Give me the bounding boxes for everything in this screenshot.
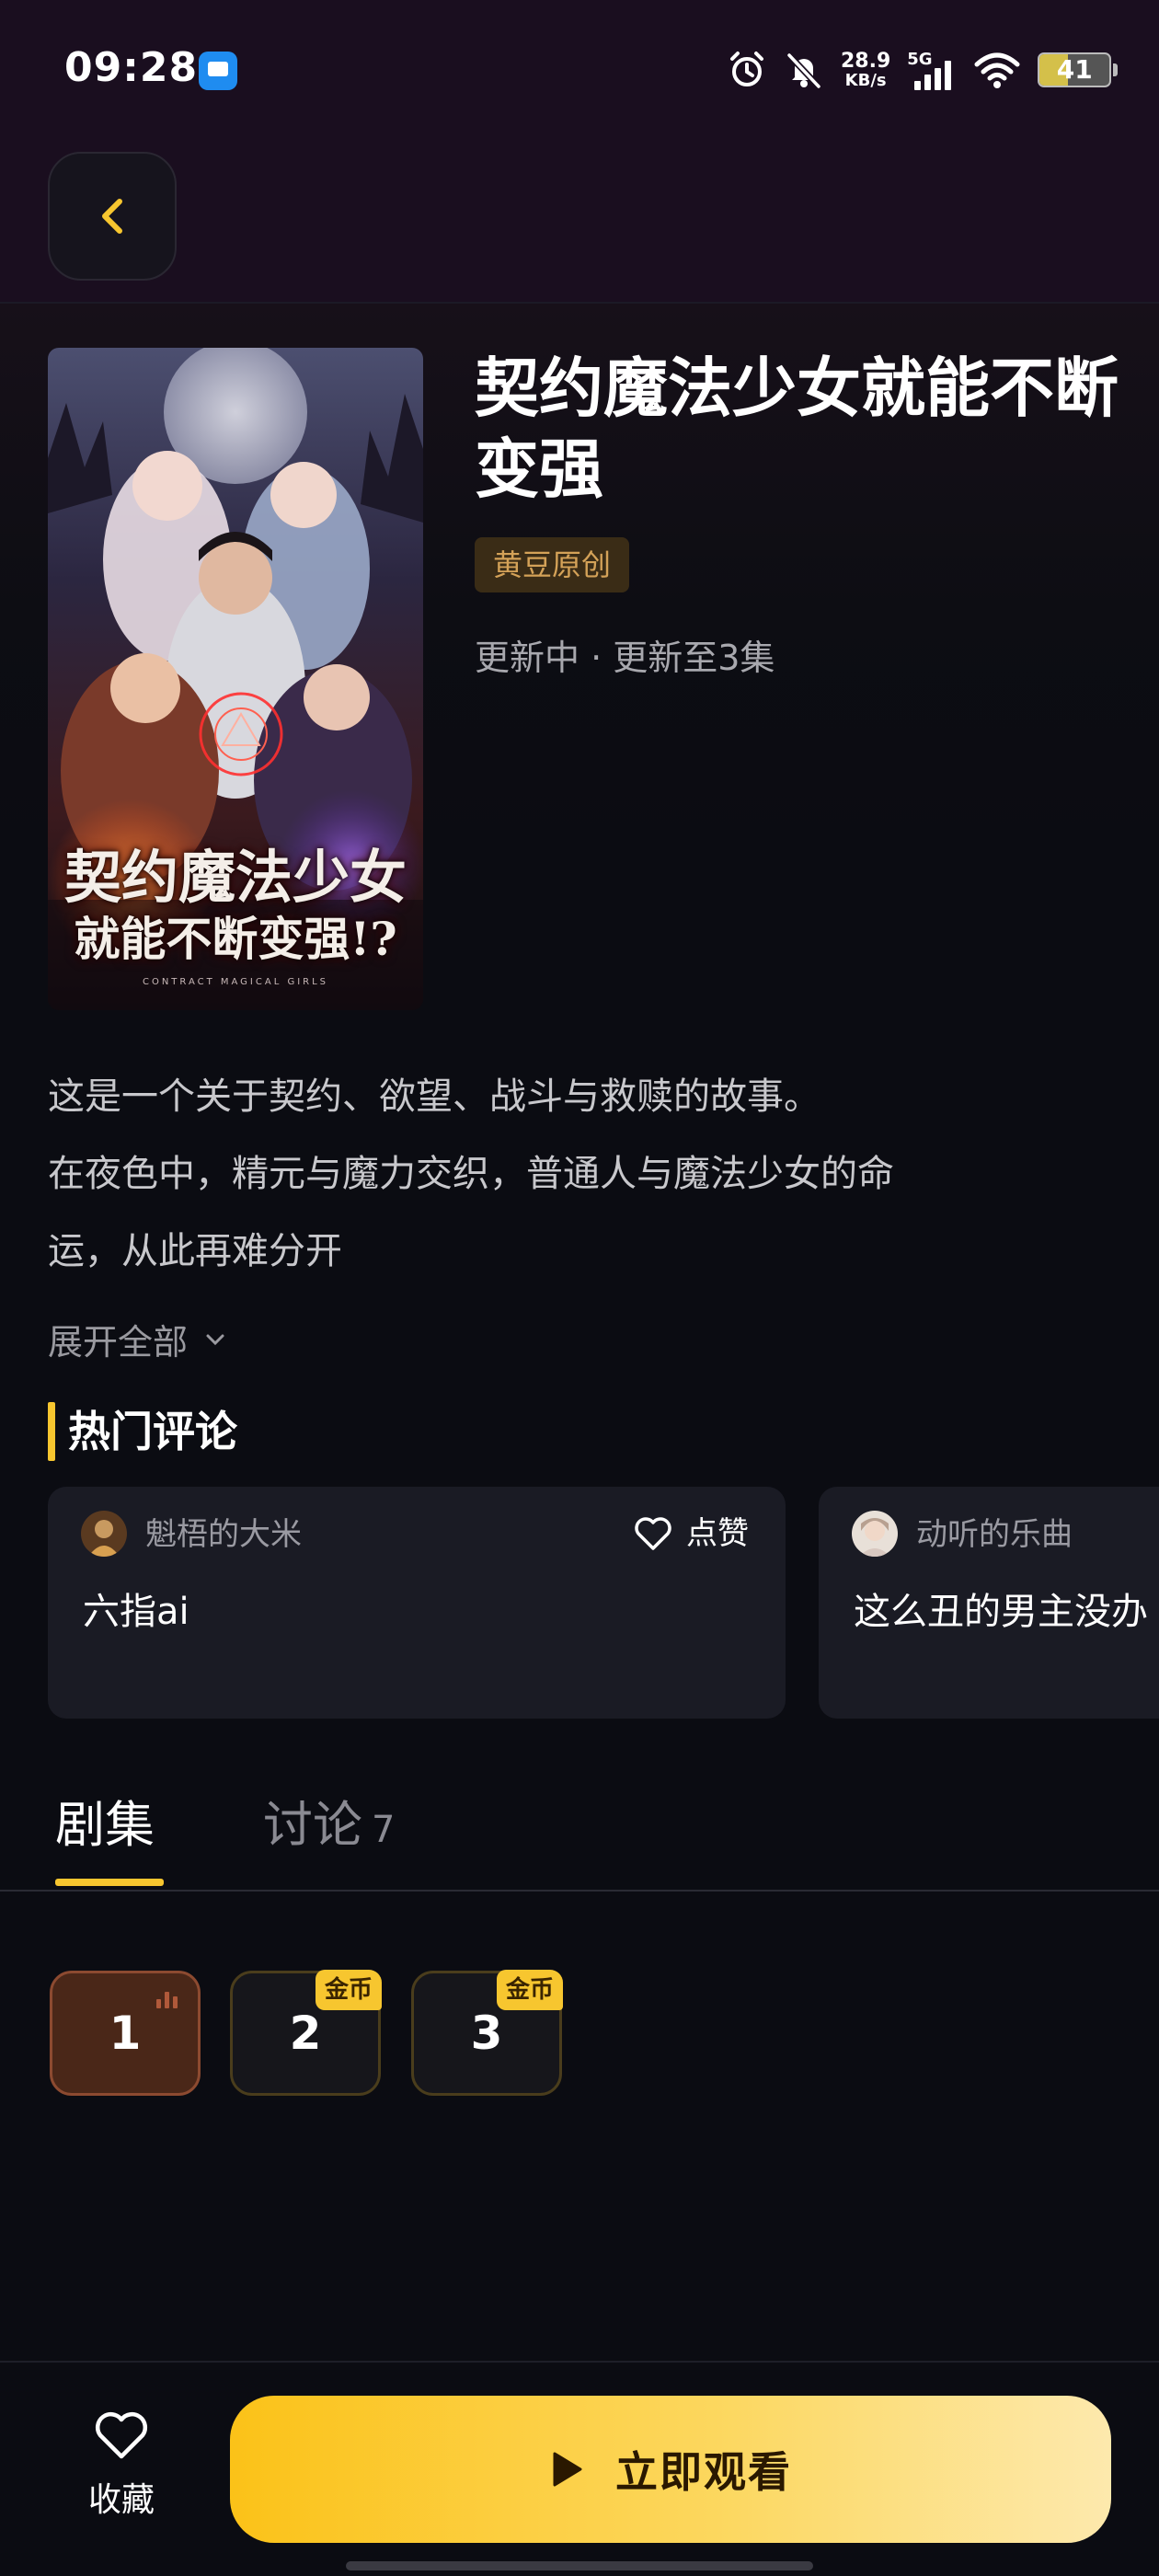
description-line: 这是一个关于契约、欲望、战斗与救赎的故事。: [48, 1075, 820, 1118]
favorite-button[interactable]: 收藏: [75, 2409, 167, 2521]
poster-title-line1: 契约魔法少女: [63, 844, 407, 911]
net-speed-value: 28.9: [841, 50, 891, 73]
signal-icon: 5G: [907, 50, 957, 90]
home-indicator[interactable]: [346, 2561, 813, 2570]
battery-level: 41: [1056, 54, 1093, 85]
network-speed: 28.9 KB/s: [841, 51, 890, 89]
battery-tip: [1113, 63, 1119, 76]
comment-user[interactable]: 动听的乐曲: [916, 1514, 1073, 1555]
coin-badge: 金币: [315, 1970, 382, 2010]
status-icons: 28.9 KB/s 5G 41: [727, 44, 1119, 96]
original-tag: 黄豆原创: [475, 537, 630, 592]
tab-episodes[interactable]: 剧集: [55, 1788, 155, 1862]
drama-poster[interactable]: 契约魔法少女 就能不断变强!? CONTRACT MAGICAL GIRLS: [48, 348, 423, 1010]
tab-discussion[interactable]: 讨论 7: [263, 1788, 395, 1867]
comment-user[interactable]: 魁梧的大米: [145, 1514, 302, 1555]
drama-title: 契约魔法少女就能不断变强: [475, 351, 1119, 507]
battery-icon: 41: [1038, 52, 1112, 87]
episode-button-2[interactable]: 2 金币: [230, 1970, 382, 2096]
watch-now-label: 立即观看: [615, 2447, 792, 2497]
update-status: 更新中 · 更新至3集: [475, 638, 775, 678]
tab-discussion-label: 讨论: [263, 1796, 362, 1854]
description-line: 运，从此再难分开: [48, 1230, 342, 1272]
like-button[interactable]: 点赞: [633, 1511, 749, 1557]
episode-number: 3: [470, 2007, 503, 2060]
coin-badge: 金币: [496, 1970, 563, 2010]
description-line: 在夜色中，精元与魔力交织，普通人与魔法少女的命: [48, 1153, 894, 1195]
chevron-down-icon: [206, 1334, 224, 1345]
expand-all-button[interactable]: 展开全部: [48, 1314, 226, 1364]
favorite-label: 收藏: [87, 2481, 155, 2519]
hot-comments-title: 热门评论: [68, 1407, 237, 1456]
episode-number: 1: [109, 2007, 142, 2060]
alarm-icon: [730, 52, 763, 86]
comment-text: 这么丑的男主没办: [854, 1591, 1148, 1633]
heart-icon: [95, 2412, 148, 2459]
tabs-divider: [0, 1890, 1159, 1892]
play-icon: [553, 2452, 582, 2487]
heart-icon: [635, 1517, 671, 1550]
back-button[interactable]: [48, 152, 177, 281]
episode-button-1[interactable]: 1: [50, 1971, 201, 2096]
episode-button-3[interactable]: 3 金币: [411, 1970, 563, 2096]
avatar[interactable]: [81, 1511, 127, 1557]
watch-now-button[interactable]: 立即观看: [230, 2396, 1111, 2543]
bell-muted-icon: [786, 52, 821, 89]
discussion-count: 7: [372, 1809, 396, 1851]
drama-description: 这是一个关于契约、欲望、战斗与救赎的故事。 在夜色中，精元与魔力交织，普通人与魔…: [48, 1058, 1115, 1290]
section-accent-bar: [48, 1402, 55, 1461]
poster-title-line2: 就能不断变强!?: [74, 912, 397, 966]
like-label: 点赞: [686, 1515, 749, 1552]
wifi-icon: [974, 52, 1020, 88]
status-time: 09:28: [64, 44, 199, 91]
poster-subtitle: CONTRACT MAGICAL GIRLS: [142, 977, 329, 987]
active-tab-indicator: [55, 1879, 164, 1886]
playing-indicator-icon: [156, 1990, 178, 2008]
chevron-left-icon: [102, 199, 122, 234]
poster-title: 契约魔法少女 就能不断变强!?: [48, 845, 423, 968]
net-speed-unit: KB/s: [844, 71, 887, 90]
expand-label: 展开全部: [48, 1322, 189, 1363]
avatar[interactable]: [852, 1511, 898, 1557]
comment-card[interactable]: 魁梧的大米 点赞 六指ai: [48, 1487, 786, 1719]
comment-text: 六指ai: [83, 1591, 189, 1633]
app-notification-icon: [199, 52, 237, 90]
episode-number: 2: [289, 2007, 322, 2060]
tab-episodes-label: 剧集: [55, 1796, 155, 1854]
bottom-bar-divider: [0, 2361, 1159, 2363]
comment-card[interactable]: 动听的乐曲 这么丑的男主没办: [819, 1487, 1159, 1719]
